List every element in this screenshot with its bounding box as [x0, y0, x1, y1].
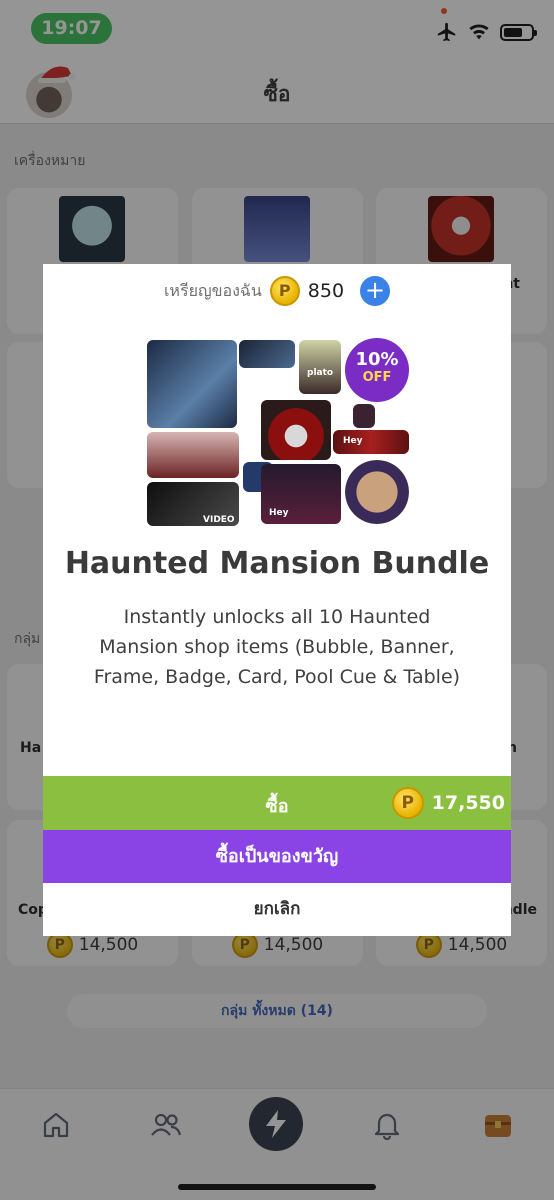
- cancel-button[interactable]: ยกเลิก: [43, 883, 511, 936]
- forest-card-preview: [147, 432, 239, 478]
- sale-badge: 10% OFF: [345, 338, 409, 402]
- hey-bubble-label: Hey: [269, 508, 289, 518]
- hey-label: Hey: [343, 436, 363, 446]
- buy-button[interactable]: ซื้อ P 17,550: [43, 776, 511, 830]
- buy-as-gift-button[interactable]: ซื้อเป็นของขวัญ: [43, 830, 511, 883]
- bundle-preview-collage: plato 10% OFF Hey VIDEO Hey: [147, 338, 409, 528]
- profile-frame-preview: [345, 460, 409, 524]
- coin-icon: P: [391, 787, 424, 819]
- sale-off: OFF: [362, 370, 392, 385]
- price-value: 17,550: [431, 792, 505, 814]
- bundle-price: P 17,550: [391, 787, 505, 819]
- frame-preview: [261, 400, 331, 460]
- balance-value: 850: [307, 280, 345, 302]
- bundle-description: Instantly unlocks all 10 Haunted Mansion…: [93, 606, 461, 688]
- mansion-badge-preview: [353, 404, 375, 428]
- coin-icon: P: [269, 276, 300, 306]
- pool-table-preview: [147, 340, 237, 428]
- mansion-card-preview: [299, 340, 341, 394]
- plato-label: plato: [307, 368, 334, 378]
- video-label: VIDEO: [203, 515, 235, 525]
- add-coins-button[interactable]: +: [360, 276, 391, 306]
- bundle-purchase-modal: เหรียญของฉัน P 850 + plato 10% OFF Hey V…: [43, 264, 511, 936]
- sale-percent: 10%: [355, 349, 399, 370]
- pool-cue-preview: [239, 340, 295, 368]
- bundle-title: Haunted Mansion Bundle: [64, 546, 490, 581]
- balance-label: เหรียญของฉัน: [163, 280, 262, 300]
- coin-balance: เหรียญของฉัน P 850 +: [43, 276, 511, 306]
